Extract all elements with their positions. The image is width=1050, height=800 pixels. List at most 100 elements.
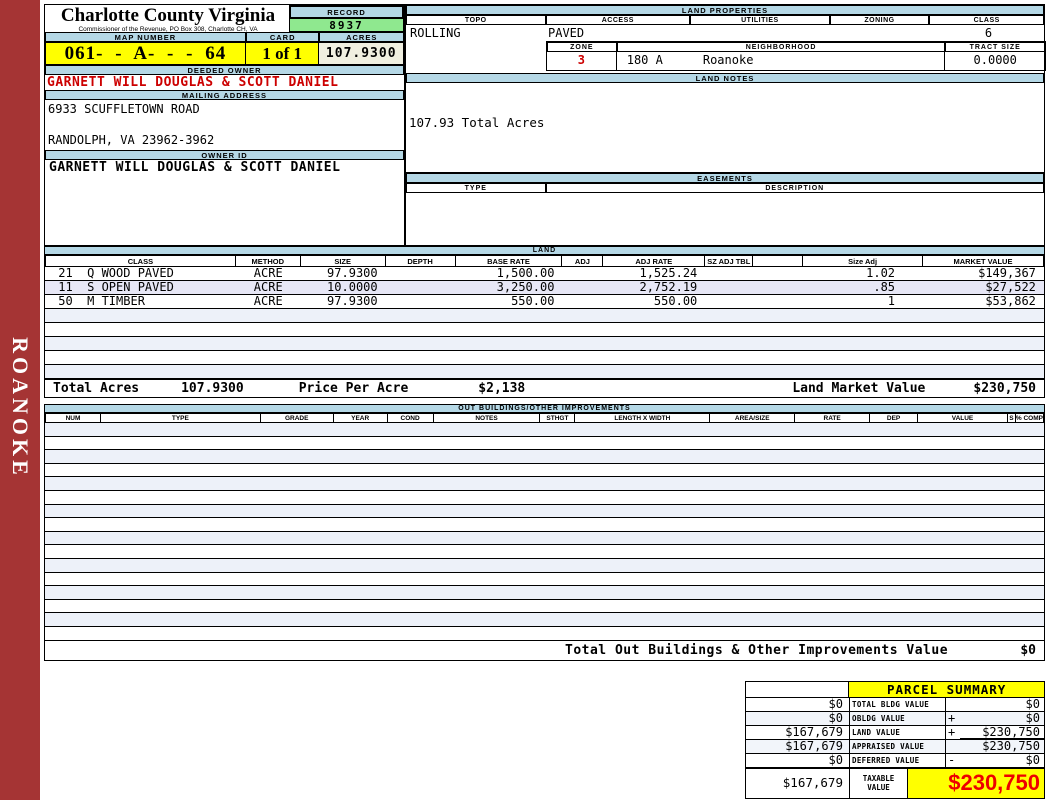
parcel-summary-blank-cell: [746, 682, 849, 698]
deeded-owner-value: GARNETT WILL DOUGLAS & SCOTT DANIEL: [45, 75, 404, 90]
land-cell: 11 S OPEN PAVED: [45, 281, 236, 294]
out-buildings-total-label: Total Out Buildings & Other Improvements…: [565, 643, 948, 658]
parcel-summary: PARCEL SUMMARY $0TOTAL BLDG VALUE$0$0OBL…: [745, 681, 1045, 799]
land-empty-row: [44, 365, 1045, 379]
land-cell: .85: [803, 281, 923, 294]
land-row: 11 S OPEN PAVEDACRE10.00003,250.002,752.…: [44, 281, 1045, 295]
land-col-header: CLASS: [45, 255, 236, 267]
land-empty-row: [44, 351, 1045, 365]
out-buildings-title: OUT BUILDINGS/OTHER IMPROVEMENTS: [44, 404, 1045, 413]
land-cell: 1,500.00: [456, 267, 563, 280]
summary-value: $0: [960, 712, 1044, 725]
summary-row-label: APPRAISED VALUE: [850, 740, 946, 753]
deeded-owner-label: DEEDED OWNER: [45, 65, 404, 75]
summary-sign: [946, 740, 960, 753]
parcel-summary-row: $0OBLDG VALUE+$0: [746, 712, 1044, 726]
out-buildings-empty-row: [44, 437, 1045, 451]
tract-size-value: 0.0000: [945, 52, 1045, 70]
price-per-acre-value: $2,138: [478, 381, 525, 396]
address-line2: RANDOLPH, VA 23962-3962: [48, 133, 214, 147]
summary-sign: [946, 698, 960, 711]
land-cell: 1: [803, 295, 923, 308]
land-cell: 97.9300: [301, 295, 386, 308]
summary-prior-value: $167,679: [746, 740, 850, 753]
land-col-header: DEPTH: [386, 255, 456, 267]
map-number-label: MAP NUMBER: [45, 32, 246, 42]
out-buildings-empty-row: [44, 505, 1045, 519]
out-buildings-empty-row: [44, 559, 1045, 573]
land-empty-row: [44, 309, 1045, 323]
parcel-summary-title: PARCEL SUMMARY: [849, 682, 1044, 698]
taxable-value-label: TAXABLE VALUE: [850, 769, 908, 798]
total-acres-value: 107.9300: [181, 381, 244, 396]
owner-id-value: GARNETT WILL DOUGLAS & SCOTT DANIEL: [45, 160, 404, 177]
out-buildings-empty-row: [44, 491, 1045, 505]
land-cell: ACRE: [236, 295, 301, 308]
out-buildings-col-header: RATE: [795, 413, 870, 423]
county-subtitle: Commissioner of the Revenue, PO Box 308,…: [45, 26, 291, 33]
land-cell: [386, 295, 456, 308]
land-col-header: SZ ADJ TBL: [705, 255, 753, 267]
land-cell: [562, 267, 603, 280]
out-buildings-col-header: S: [1008, 413, 1016, 423]
land-cell: 2,752.19: [603, 281, 705, 294]
land-cell: 550.00: [603, 295, 705, 308]
zone-value: 3: [547, 52, 617, 70]
out-buildings-empty-row: [44, 573, 1045, 587]
acres-value: 107.9300: [319, 42, 404, 65]
land-cell: 21 Q WOOD PAVED: [45, 267, 236, 280]
summary-value-cell: $230,750: [946, 740, 1044, 753]
out-buildings-table: OUT BUILDINGS/OTHER IMPROVEMENTS NUMTYPE…: [44, 404, 1045, 661]
taxable-value: $230,750: [908, 769, 1044, 798]
land-cell: 50 M TIMBER: [45, 295, 236, 308]
summary-value: $0: [960, 754, 1044, 767]
land-cell: [562, 281, 603, 294]
land-empty-row: [44, 323, 1045, 337]
summary-row-label: DEFERRED VALUE: [850, 754, 946, 767]
out-buildings-total-row: Total Out Buildings & Other Improvements…: [44, 641, 1045, 661]
out-buildings-empty-row: [44, 464, 1045, 478]
utilities-label: UTILITIES: [690, 15, 830, 25]
acres-label: ACRES: [319, 32, 404, 42]
topo-value: ROLLING: [410, 26, 461, 40]
summary-row-label: LAND VALUE: [850, 726, 946, 739]
out-buildings-col-header: COND: [388, 413, 434, 423]
owner-panel: Charlotte County Virginia Commissioner o…: [44, 4, 405, 246]
out-buildings-empty-row: [44, 450, 1045, 464]
summary-prior-value: $0: [746, 698, 850, 711]
land-total-row: Total Acres 107.9300 Price Per Acre $2,1…: [44, 379, 1045, 398]
out-buildings-col-header: VALUE: [918, 413, 1008, 423]
land-cell: [386, 281, 456, 294]
out-buildings-empty-row: [44, 627, 1045, 641]
out-buildings-col-header: AREA/SIZE: [710, 413, 795, 423]
sidebar-vertical-label: ROANOKE: [7, 337, 33, 479]
access-value: PAVED: [548, 26, 584, 40]
out-buildings-empty-row: [44, 600, 1045, 614]
summary-prior-value: $167,679: [746, 726, 850, 739]
land-col-header: BASE RATE: [456, 255, 563, 267]
land-cell: 1.02: [803, 267, 923, 280]
land-cell: 10.0000: [301, 281, 386, 294]
land-row: 50 M TIMBERACRE97.9300550.00550.001$53,8…: [44, 295, 1045, 309]
summary-value-cell: +$230,750: [946, 726, 1044, 739]
card-label: CARD: [246, 32, 320, 42]
summary-prior-value: $0: [746, 754, 850, 767]
total-acres-label: Total Acres: [53, 381, 139, 396]
land-cell: [386, 267, 456, 280]
land-properties-title: LAND PROPERTIES: [406, 5, 1044, 15]
parcel-summary-row: $167,679LAND VALUE+$230,750: [746, 726, 1044, 740]
parcel-summary-row: $0TOTAL BLDG VALUE$0: [746, 698, 1044, 712]
mailing-address: 6933 SCUFFLETOWN ROAD RANDOLPH, VA 23962…: [45, 100, 404, 150]
parcel-summary-row: $0DEFERRED VALUE-$0: [746, 754, 1044, 768]
out-buildings-empty-row: [44, 518, 1045, 532]
county-header: Charlotte County Virginia Commissioner o…: [45, 5, 404, 32]
land-cell: [562, 295, 603, 308]
land-row: 21 Q WOOD PAVEDACRE97.93001,500.001,525.…: [44, 267, 1045, 281]
land-cell: [753, 295, 803, 308]
out-buildings-col-header: DEP: [870, 413, 918, 423]
zone-box: ZONE NEIGHBORHOOD TRACT SIZE 3 180 ARoan…: [546, 41, 1046, 71]
summary-sign: +: [946, 726, 960, 739]
out-buildings-empty-row: [44, 586, 1045, 600]
topo-label: TOPO: [406, 15, 546, 25]
card-value: 1 of 1: [246, 42, 320, 65]
